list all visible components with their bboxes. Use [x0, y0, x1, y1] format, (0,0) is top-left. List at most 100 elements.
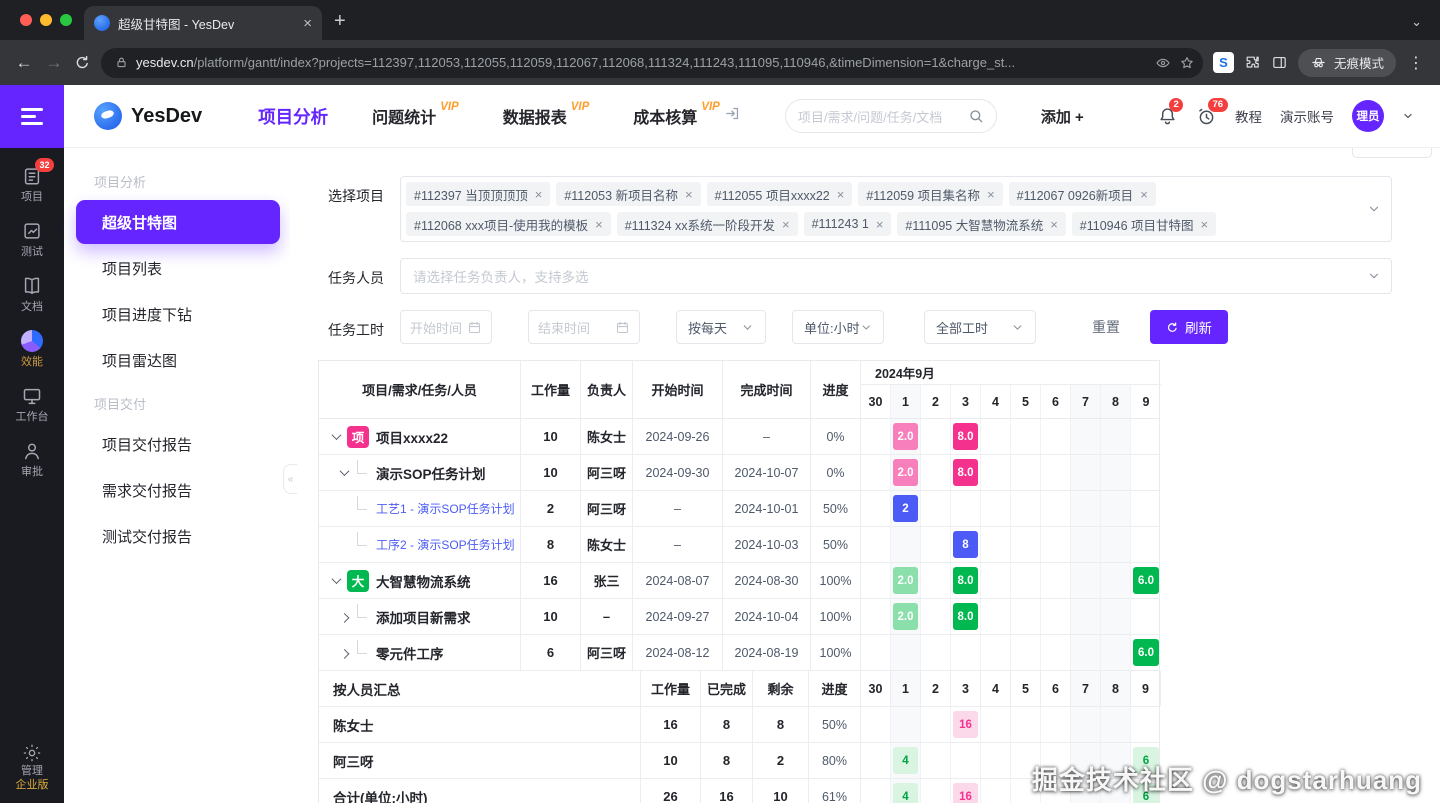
sidebar-item-项目进度下钻[interactable]: 项目进度下钻 — [76, 292, 280, 336]
rail-item-审批[interactable]: 审批 — [0, 440, 64, 478]
gantt-bar[interactable]: 8.0 — [953, 423, 978, 450]
refresh-button[interactable]: 刷新 — [1150, 310, 1228, 344]
tag-remove-icon[interactable]: × — [876, 217, 884, 232]
project-multiselect[interactable]: #112397 当顶顶顶顶×#112053 新项目名称× #112055 项目xx… — [400, 176, 1392, 242]
start-date-input[interactable]: 开始时间 — [400, 310, 492, 344]
side-panel-icon[interactable] — [1271, 54, 1288, 71]
topnav-item[interactable]: 项目分析 — [258, 104, 328, 129]
chevron-right-icon[interactable] — [340, 649, 350, 659]
end-date-input[interactable]: 结束时间 — [528, 310, 640, 344]
tag-remove-icon[interactable]: × — [685, 187, 693, 202]
gantt-bar[interactable]: 2.0 — [893, 567, 918, 594]
tag-remove-icon[interactable]: × — [987, 187, 995, 202]
gantt-bar[interactable]: 16 — [953, 711, 978, 738]
chevron-right-icon[interactable] — [340, 613, 350, 623]
bookmark-star-icon[interactable] — [1179, 55, 1195, 71]
clipped-control[interactable] — [1352, 148, 1432, 158]
fullscreen-window-button[interactable] — [60, 14, 72, 26]
project-tag[interactable]: #110946 项目甘特图× — [1072, 212, 1216, 236]
sidebar-item-项目列表[interactable]: 项目列表 — [76, 246, 280, 290]
gantt-bar[interactable]: 8.0 — [953, 459, 978, 486]
project-tag[interactable]: #112055 项目xxxx22× — [707, 182, 853, 206]
add-button[interactable]: 添加 + — [1041, 106, 1084, 127]
tab-close-icon[interactable]: × — [303, 15, 312, 32]
close-window-button[interactable] — [20, 14, 32, 26]
project-tag[interactable]: #112068 xxx项目-使用我的模板× — [406, 212, 611, 236]
tag-remove-icon[interactable]: × — [535, 187, 543, 202]
sidebar-item-项目雷达图[interactable]: 项目雷达图 — [76, 338, 280, 382]
extension-s-icon[interactable]: S — [1213, 52, 1234, 73]
project-tag[interactable]: #112067 0926新项目× — [1009, 182, 1156, 206]
avatar-chevron-icon[interactable] — [1402, 110, 1414, 122]
address-bar[interactable]: yesdev.cn/platform/gantt/index?projects=… — [101, 48, 1203, 78]
extensions-puzzle-icon[interactable] — [1244, 54, 1261, 71]
account-link[interactable]: 演示账号 — [1280, 106, 1334, 126]
task-name[interactable]: 零元件工序 — [376, 643, 444, 663]
task-name[interactable]: 大智慧物流系统 — [376, 571, 471, 591]
topnav-item[interactable]: 数据报表VIP — [503, 104, 590, 128]
task-name[interactable]: 项目xxxx22 — [376, 427, 448, 447]
gantt-bar[interactable]: 2.0 — [893, 423, 918, 450]
gantt-bar[interactable]: 6.0 — [1133, 567, 1159, 594]
rail-item-工作台[interactable]: 工作台 — [0, 385, 64, 423]
reload-button[interactable] — [74, 54, 91, 71]
gantt-bar[interactable]: 4 — [893, 783, 918, 803]
rail-item-效能[interactable]: 效能 — [0, 330, 64, 368]
sidebar-collapse-handle[interactable]: « — [283, 464, 297, 494]
tag-remove-icon[interactable]: × — [1201, 217, 1209, 232]
rail-item-测试[interactable]: 测试 — [0, 220, 64, 258]
project-tag[interactable]: #111243 1× — [804, 212, 892, 236]
rail-item-文档[interactable]: 文档 — [0, 275, 64, 313]
gantt-bar[interactable]: 8.0 — [953, 567, 978, 594]
tutorial-link[interactable]: 教程 — [1235, 106, 1262, 126]
topnav-item[interactable]: 问题统计VIP — [372, 104, 459, 128]
task-name[interactable]: 演示SOP任务计划 — [376, 463, 486, 483]
project-tag[interactable]: #112053 新项目名称× — [556, 182, 700, 206]
gantt-bar[interactable]: 16 — [953, 783, 978, 803]
new-tab-button[interactable]: + — [334, 10, 346, 33]
browser-menu-icon[interactable]: ⋮ — [1406, 53, 1426, 73]
notifications-button[interactable]: 2 — [1157, 106, 1178, 127]
gantt-bar[interactable]: 2.0 — [893, 459, 918, 486]
unit-select[interactable]: 单位:小时 — [792, 310, 884, 344]
rail-item-admin[interactable]: 管理 企业版 — [16, 743, 49, 791]
tag-remove-icon[interactable]: × — [595, 217, 603, 232]
sidebar-item-需求交付报告[interactable]: 需求交付报告 — [76, 468, 280, 512]
browser-tab[interactable]: 超级甘特图 - YesDev × — [84, 6, 322, 40]
gantt-bar[interactable]: 2 — [893, 495, 918, 522]
topnav-item[interactable]: 成本核算VIP — [633, 104, 741, 128]
project-tag[interactable]: #111324 xx系统一阶段开发× — [617, 212, 798, 236]
sidebar-item-测试交付报告[interactable]: 测试交付报告 — [76, 514, 280, 558]
reset-button[interactable]: 重置 — [1092, 317, 1120, 337]
scope-select[interactable]: 全部工时 — [924, 310, 1036, 344]
task-name[interactable]: 工序2 - 演示SOP任务计划 — [376, 536, 515, 553]
rail-item-项目[interactable]: 项目32 — [0, 165, 64, 203]
chevron-down-icon[interactable] — [332, 574, 342, 584]
gantt-bar[interactable]: 4 — [893, 747, 918, 774]
chevron-down-icon[interactable] — [332, 430, 342, 440]
tag-remove-icon[interactable]: × — [1050, 217, 1058, 232]
tag-remove-icon[interactable]: × — [837, 187, 845, 202]
forward-button[interactable]: → — [44, 53, 64, 73]
global-search-input[interactable]: 项目/需求/问题/任务/文档 — [785, 99, 997, 133]
reminders-button[interactable]: 76 — [1196, 106, 1217, 127]
preview-eye-icon[interactable] — [1155, 55, 1171, 71]
granularity-select[interactable]: 按每天 — [676, 310, 766, 344]
chevron-down-icon[interactable] — [340, 466, 350, 476]
sidebar-item-项目交付报告[interactable]: 项目交付报告 — [76, 422, 280, 466]
task-name[interactable]: 添加项目新需求 — [376, 607, 471, 627]
gantt-bar[interactable]: 6.0 — [1133, 639, 1159, 666]
gantt-bar[interactable]: 8.0 — [953, 603, 978, 630]
avatar[interactable]: 理员 — [1352, 100, 1384, 132]
task-name[interactable]: 工艺1 - 演示SOP任务计划 — [376, 500, 515, 517]
tag-remove-icon[interactable]: × — [1140, 187, 1148, 202]
gantt-bar[interactable]: 2.0 — [893, 603, 918, 630]
tab-search-chevron-icon[interactable]: ⌄ — [1411, 14, 1422, 30]
sidebar-item-超级甘特图[interactable]: 超级甘特图 — [76, 200, 280, 244]
project-tag[interactable]: #112397 当顶顶顶顶× — [406, 182, 550, 206]
project-tag[interactable]: #112059 项目集名称× — [858, 182, 1002, 206]
project-tag[interactable]: #111095 大智慧物流系统× — [897, 212, 1065, 236]
person-select[interactable]: 请选择任务负责人，支持多选 — [400, 258, 1392, 294]
menu-toggle-button[interactable] — [0, 85, 64, 148]
back-button[interactable]: ← — [14, 53, 34, 73]
